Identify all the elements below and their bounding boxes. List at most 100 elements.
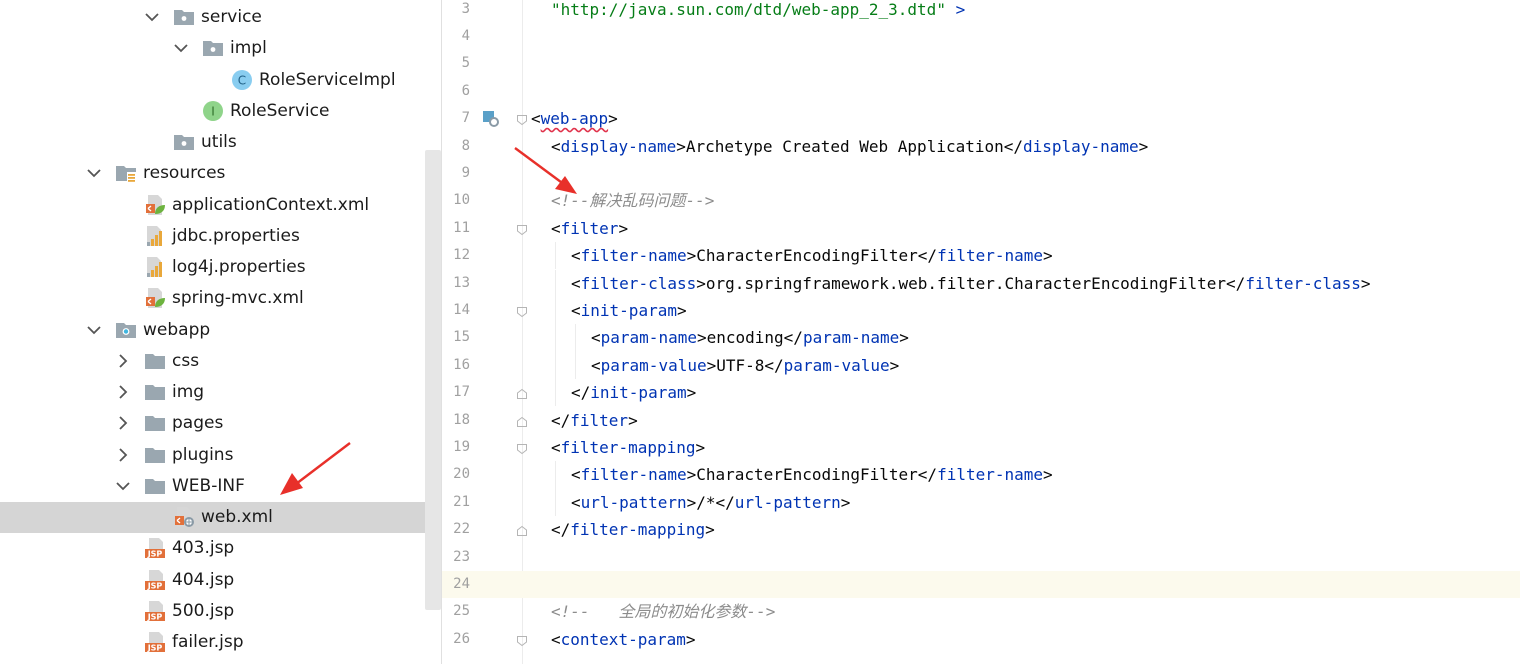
tree-item[interactable]: log4j.properties <box>0 252 441 283</box>
fold-close-icon[interactable] <box>516 415 528 427</box>
code-token: < <box>551 136 561 156</box>
chevron-down-icon[interactable] <box>84 320 104 340</box>
indent-guide <box>555 488 556 517</box>
line-number: 21 <box>453 493 470 510</box>
code-line[interactable]: 8 <display-name>Archetype Created Web App… <box>442 133 1520 160</box>
code-line[interactable]: 7 <web-app> <box>442 105 1520 132</box>
fold-open-icon[interactable] <box>516 113 528 126</box>
line-number: 14 <box>453 301 470 318</box>
code-line[interactable]: 19 <filter-mapping> <box>442 434 1520 461</box>
code-token: > <box>628 410 638 430</box>
tree-item[interactable]: plugins <box>0 440 441 471</box>
code-line[interactable]: 24 <box>442 570 1520 599</box>
code-token: > <box>1043 465 1053 485</box>
code-line[interactable]: 21 <url-pattern>/*</url-pattern> <box>442 488 1520 517</box>
fold-open-icon[interactable] <box>516 634 528 646</box>
line-number: 20 <box>453 466 470 483</box>
line-number: 18 <box>453 411 470 428</box>
code-line[interactable]: 9 <box>442 160 1520 187</box>
code-token: context-param <box>560 629 686 649</box>
code-token: param-name <box>802 328 900 348</box>
code-line[interactable]: 14 <init-param> <box>442 296 1520 325</box>
code-line[interactable]: 15 <param-name>encoding</param-name> <box>442 324 1520 352</box>
code-line[interactable]: 3 "http://java.sun.com/dtd/web-app_2_3.dt… <box>442 0 1520 23</box>
fold-open-icon[interactable] <box>516 305 528 318</box>
code-line[interactable]: 25 <!-- 全局的初始化参数--> <box>442 598 1520 625</box>
code-line[interactable]: 17 </init-param> <box>442 379 1520 407</box>
code-token: < <box>551 218 561 238</box>
tree-item[interactable]: img <box>0 377 441 408</box>
code-token: display-name <box>1023 136 1139 156</box>
code-line[interactable]: 12 <filter-name>CharacterEncodingFilter</… <box>442 242 1520 270</box>
tree-item[interactable]: webapp <box>0 315 441 346</box>
code-line[interactable]: 16 <param-value>UTF-8</param-value> <box>442 351 1520 380</box>
code-line[interactable]: 13 <filter-class>org.springframework.web.… <box>442 269 1520 297</box>
chevron-right-icon[interactable] <box>113 445 133 465</box>
chevron-down-icon[interactable] <box>113 476 133 496</box>
fold-open-icon[interactable] <box>516 442 528 455</box>
tree-item-label: 403.jsp <box>172 538 235 559</box>
chevron-down-icon[interactable] <box>142 7 162 27</box>
tree-item[interactable]: C RoleServiceImpl <box>0 65 441 96</box>
code-line[interactable]: 23 <box>442 544 1520 571</box>
tree-item[interactable]: impl <box>0 33 441 64</box>
tree-item[interactable]: JSP failer.jsp <box>0 627 441 658</box>
tree-item[interactable]: pages <box>0 408 441 439</box>
code-token: param-name <box>600 328 697 348</box>
chevron-right-icon[interactable] <box>113 351 133 371</box>
tree-item-label: img <box>172 382 205 402</box>
code-token: filter <box>560 218 619 238</box>
chevron-down-icon[interactable] <box>171 38 191 58</box>
tree-item[interactable]: I RoleService <box>0 96 441 127</box>
chevron-right-icon[interactable] <box>113 413 133 433</box>
code-token: < <box>571 300 581 320</box>
code-token: >UTF-8</ <box>706 355 784 375</box>
tree-item[interactable]: resources <box>0 158 441 189</box>
code-token: < <box>531 109 541 129</box>
code-line[interactable]: 22 </filter-mapping> <box>442 516 1520 543</box>
jsp-icon: JSP <box>144 600 166 622</box>
tree-item[interactable]: JSP 403.jsp <box>0 533 441 564</box>
chevron-right-icon[interactable] <box>113 382 133 402</box>
fold-close-icon[interactable] <box>516 387 528 400</box>
tree-scrollbar[interactable] <box>425 150 441 610</box>
tree-item[interactable]: utils <box>0 127 441 158</box>
tree-item-label: applicationContext.xml <box>172 194 370 215</box>
tree-item[interactable]: spring-mvc.xml <box>0 283 441 314</box>
svg-text:JSP: JSP <box>147 550 163 559</box>
chevron-down-icon[interactable] <box>84 163 104 183</box>
code-token: > <box>1043 246 1053 266</box>
code-line[interactable]: 26 <context-param> <box>442 626 1520 653</box>
tree-item[interactable]: web.xml <box>0 502 441 533</box>
tree-item-label: impl <box>230 38 267 59</box>
tree-item[interactable]: css <box>0 346 441 377</box>
tree-item-label: css <box>172 350 200 371</box>
code-line[interactable]: 18 </filter> <box>442 407 1520 434</box>
tree-item[interactable]: JSP 500.jsp <box>0 596 441 627</box>
tree-item[interactable]: JSP 404.jsp <box>0 565 441 596</box>
svg-text:JSP: JSP <box>147 644 163 653</box>
tree-item-label: web.xml <box>201 507 273 527</box>
fold-close-icon[interactable] <box>516 524 528 537</box>
jsp-icon: JSP <box>144 569 166 591</box>
code-line[interactable]: 4 <box>442 23 1520 50</box>
tree-item[interactable]: service <box>0 2 441 33</box>
tree-item[interactable]: jdbc.properties <box>0 221 441 252</box>
package-icon <box>202 37 224 59</box>
code-line[interactable]: 5 <box>442 50 1520 77</box>
folder-icon <box>144 444 166 466</box>
code-line[interactable]: 11 <filter> <box>442 215 1520 242</box>
folder-icon <box>144 412 166 434</box>
tree-item[interactable]: applicationContext.xml <box>0 190 441 221</box>
code-line[interactable]: 10 <!--解决乱码问题--> <box>442 187 1520 214</box>
code-token: < <box>591 328 601 348</box>
fold-open-icon[interactable] <box>516 223 528 235</box>
web-descriptor-icon[interactable] <box>482 110 500 128</box>
indent-guide <box>555 461 556 489</box>
code-editor[interactable]: 3 "http://java.sun.com/dtd/web-app_2_3.dt… <box>442 0 1520 664</box>
code-line[interactable]: 6 <box>442 78 1520 105</box>
code-line[interactable]: 20 <filter-name>CharacterEncodingFilter</… <box>442 461 1520 489</box>
web-xml-icon <box>173 506 195 528</box>
tree-item[interactable]: WEB-INF <box>0 471 441 502</box>
code-token: param-value <box>600 355 707 375</box>
